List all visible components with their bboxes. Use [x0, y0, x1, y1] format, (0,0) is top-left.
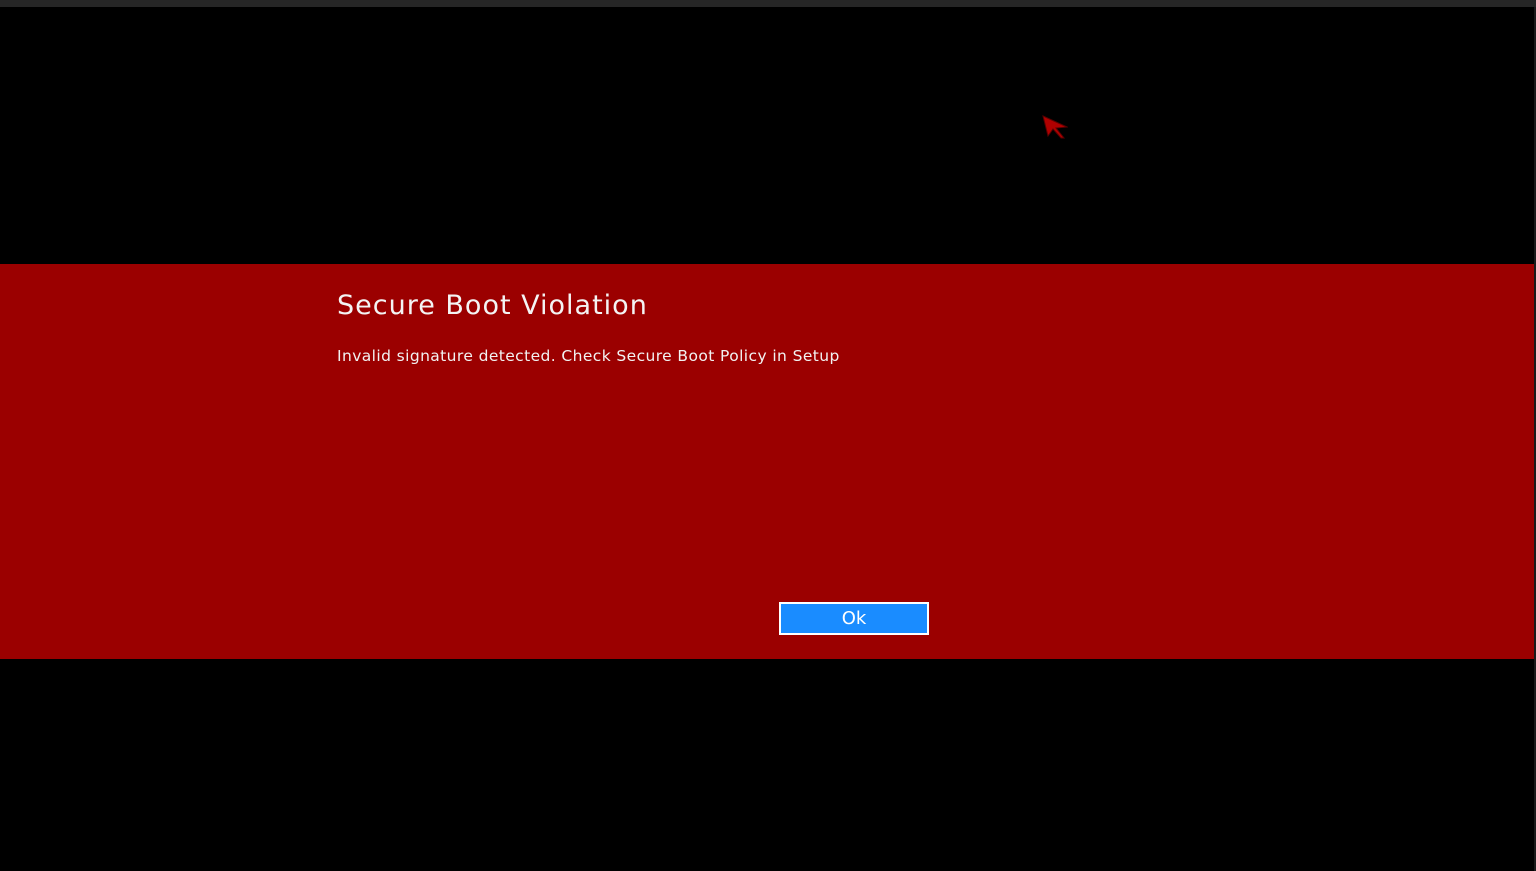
mouse-pointer-icon — [1042, 115, 1068, 139]
dialog-message: Invalid signature detected. Check Secure… — [337, 347, 840, 365]
top-border-strip — [0, 0, 1536, 7]
dialog-title: Secure Boot Violation — [337, 290, 648, 321]
ok-button[interactable]: Ok — [779, 602, 929, 635]
secure-boot-dialog — [0, 264, 1534, 659]
